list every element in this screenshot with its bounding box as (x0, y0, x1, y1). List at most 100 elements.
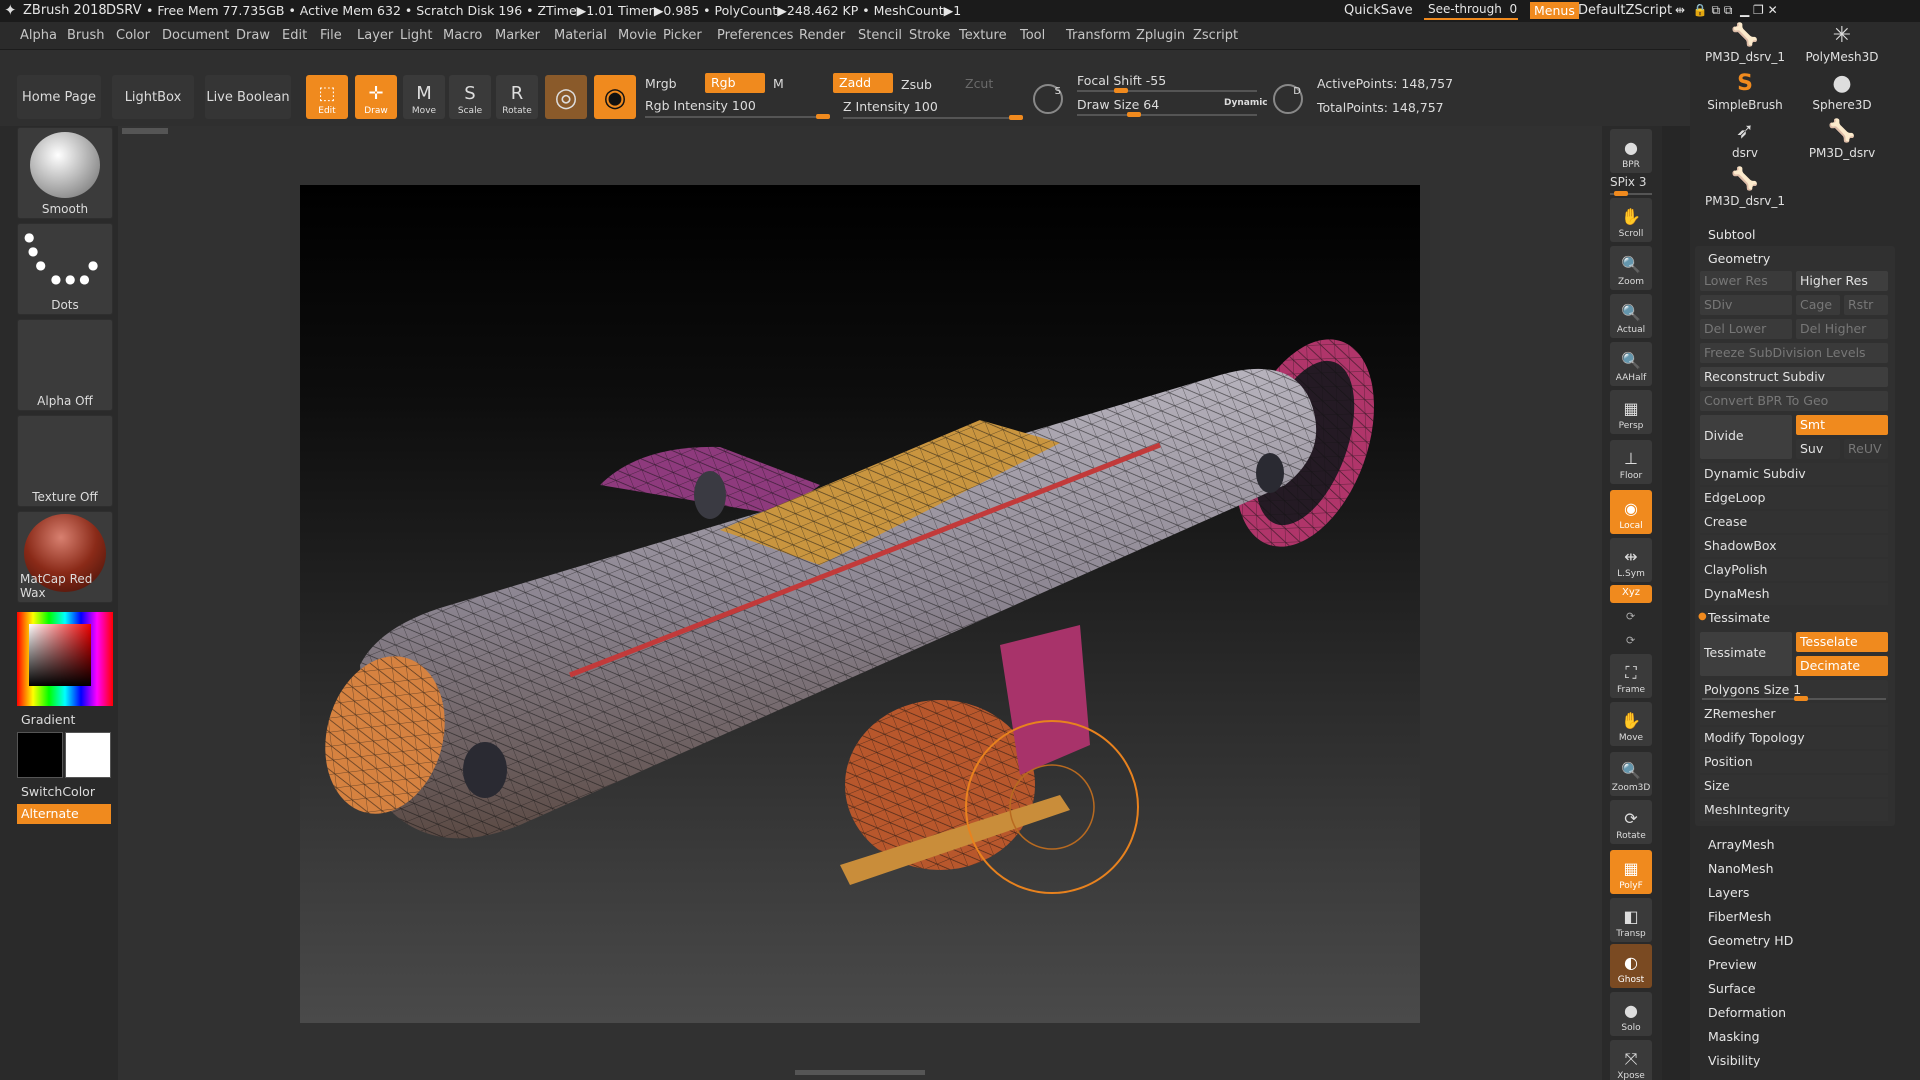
see-through-slider[interactable]: See-through 0 (1424, 2, 1518, 20)
rotate-y-icon[interactable]: ⟳ (1626, 610, 1635, 623)
menu-brush[interactable]: Brush (67, 28, 105, 43)
rgb-toggle[interactable]: Rgb (705, 73, 765, 93)
xyz-toggle[interactable]: Xyz (1610, 585, 1652, 603)
live-boolean-button[interactable]: Live Boolean (205, 75, 291, 119)
tessimate-section[interactable]: Tessimate (1708, 610, 1770, 625)
canvas-scroll-handle[interactable] (122, 128, 168, 134)
mesh-thumb-4[interactable]: ➶ dsrv (1698, 118, 1792, 164)
section-deformation[interactable]: Deformation (1708, 1005, 1786, 1020)
mesh-thumb-3[interactable]: ● Sphere3D (1795, 70, 1889, 116)
geometry-item-modify-topology[interactable]: Modify Topology (1700, 727, 1888, 749)
shelf-zoom-button[interactable]: 🔍 Zoom (1610, 246, 1652, 290)
shelf-frame-button[interactable]: ⛶ Frame (1610, 654, 1652, 698)
mesh-thumb-6[interactable]: 🦴 PM3D_dsrv_1 (1698, 166, 1792, 212)
geometry-item-size[interactable]: Size (1700, 775, 1888, 797)
geometry-item-claypolish[interactable]: ClayPolish (1700, 559, 1888, 581)
color-picker[interactable] (17, 612, 113, 706)
section-masking[interactable]: Masking (1708, 1029, 1760, 1044)
shelf-persp-button[interactable]: ▦ Persp (1610, 390, 1652, 434)
brush-type-button[interactable]: ◉ (594, 75, 636, 119)
focal-shift-slider[interactable] (1077, 88, 1257, 93)
freeze-subdivision-button[interactable]: Freeze SubDivision Levels (1700, 343, 1888, 363)
mesh-thumb-2[interactable]: S SimpleBrush (1698, 70, 1792, 116)
shelf-zoom3d-button[interactable]: 🔍 Zoom3D (1610, 752, 1652, 796)
menu-light[interactable]: Light (400, 28, 432, 43)
shelf-solo-button[interactable]: ● Solo (1610, 992, 1652, 1036)
rstr-button[interactable]: Rstr (1844, 295, 1888, 315)
shelf-local-button[interactable]: ◉ Local (1610, 490, 1652, 534)
geometry-item-dynamesh[interactable]: DynaMesh (1700, 583, 1888, 605)
menu-macro[interactable]: Macro (443, 28, 482, 43)
geometry-item-edgeloop[interactable]: EdgeLoop (1700, 487, 1888, 509)
shelf-rotate-button[interactable]: ⟳ Rotate (1610, 800, 1652, 844)
zsub-toggle[interactable]: Zsub (901, 77, 932, 92)
shelf-move-button[interactable]: ✋ Move (1610, 702, 1652, 746)
higher-res-button[interactable]: Higher Res (1796, 271, 1888, 291)
material-sphere-button[interactable]: ◎ (545, 75, 587, 119)
shelf-ghost-button[interactable]: ◐ Ghost (1610, 944, 1652, 988)
lower-res-button[interactable]: Lower Res (1700, 271, 1792, 291)
sym-s-icon[interactable]: S (1033, 84, 1063, 114)
section-visibility[interactable]: Visibility (1708, 1053, 1760, 1068)
menu-texture[interactable]: Texture (959, 28, 1007, 43)
tool-draw-button[interactable]: ✛ Draw (355, 75, 397, 119)
del-lower-button[interactable]: Del Lower (1700, 319, 1792, 339)
section-arraymesh[interactable]: ArrayMesh (1708, 837, 1775, 852)
menu-zscript[interactable]: Zscript (1193, 28, 1238, 43)
quicksave-button[interactable]: QuickSave (1344, 3, 1413, 18)
mesh-thumb-5[interactable]: 🦴 PM3D_dsrv (1795, 118, 1889, 164)
menu-transform[interactable]: Transform (1066, 28, 1131, 43)
rotate-z-icon[interactable]: ⟳ (1626, 634, 1635, 647)
tool-scale-button[interactable]: S Scale (449, 75, 491, 119)
reuv-button[interactable]: ReUV (1844, 439, 1888, 459)
default-zscript-button[interactable]: DefaultZScript (1578, 3, 1672, 18)
secondary-color-swatch[interactable] (17, 732, 63, 778)
geometry-item-shadowbox[interactable]: ShadowBox (1700, 535, 1888, 557)
menu-stencil[interactable]: Stencil (858, 28, 902, 43)
dynamic-toggle[interactable]: Dynamic (1224, 98, 1268, 108)
shelf-aahalf-button[interactable]: 🔍 AAHalf (1610, 342, 1652, 386)
cage-button[interactable]: Cage (1796, 295, 1840, 315)
mrgb-toggle[interactable]: Mrgb (645, 76, 677, 91)
tool-move-button[interactable]: M Move (403, 75, 445, 119)
shelf-bpr-button[interactable]: ● BPR (1610, 129, 1652, 173)
tool-rotate-button[interactable]: R Rotate (496, 75, 538, 119)
alpha-thumbnail[interactable]: Alpha Off (17, 319, 113, 411)
menu-edit[interactable]: Edit (282, 28, 307, 43)
menu-tool[interactable]: Tool (1020, 28, 1045, 43)
geometry-section[interactable]: Geometry (1708, 251, 1770, 266)
geometry-item-position[interactable]: Position (1700, 751, 1888, 773)
canvas-bottom-handle[interactable] (795, 1070, 925, 1075)
window-buttons-icon[interactable]: ⇹ 🔒 ⧉ ⧉ ▁ ❐ ✕ (1675, 3, 1778, 18)
lightbox-button[interactable]: LightBox (112, 75, 194, 119)
switchcolor-button[interactable]: SwitchColor (21, 784, 95, 799)
menu-movie[interactable]: Movie (618, 28, 656, 43)
menu-file[interactable]: File (320, 28, 342, 43)
section-nanomesh[interactable]: NanoMesh (1708, 861, 1774, 876)
menu-color[interactable]: Color (116, 28, 150, 43)
menu-picker[interactable]: Picker (663, 28, 702, 43)
draw-size-slider[interactable] (1077, 112, 1257, 117)
section-layers[interactable]: Layers (1708, 885, 1749, 900)
home-page-button[interactable]: Home Page (17, 75, 101, 119)
decimate-button[interactable]: Decimate (1796, 656, 1888, 676)
section-fibermesh[interactable]: FiberMesh (1708, 909, 1771, 924)
menu-render[interactable]: Render (799, 28, 845, 43)
stroke-thumbnail[interactable]: ● ● ● ● ● ● ● Dots (17, 223, 113, 315)
tesselate-button[interactable]: Tesselate (1796, 632, 1888, 652)
geometry-item-meshintegrity[interactable]: MeshIntegrity (1700, 799, 1888, 821)
zadd-toggle[interactable]: Zadd (833, 73, 893, 93)
menu-document[interactable]: Document (162, 28, 229, 43)
geometry-item-crease[interactable]: Crease (1700, 511, 1888, 533)
zcut-toggle[interactable]: Zcut (965, 76, 993, 91)
mesh-thumb-0[interactable]: 🦴 PM3D_dsrv_1 (1698, 22, 1792, 68)
del-higher-button[interactable]: Del Higher (1796, 319, 1888, 339)
material-thumbnail[interactable]: MatCap Red Wax (17, 511, 113, 603)
geometry-item-dynamic-subdiv[interactable]: Dynamic Subdiv (1700, 463, 1888, 485)
menu-alpha[interactable]: Alpha (20, 28, 57, 43)
smt-toggle[interactable]: Smt (1796, 415, 1888, 435)
brush-thumbnail[interactable]: Smooth (17, 127, 113, 219)
viewport-canvas[interactable] (300, 185, 1420, 1023)
section-geometry-hd[interactable]: Geometry HD (1708, 933, 1793, 948)
convert-bpr-button[interactable]: Convert BPR To Geo (1700, 391, 1888, 411)
